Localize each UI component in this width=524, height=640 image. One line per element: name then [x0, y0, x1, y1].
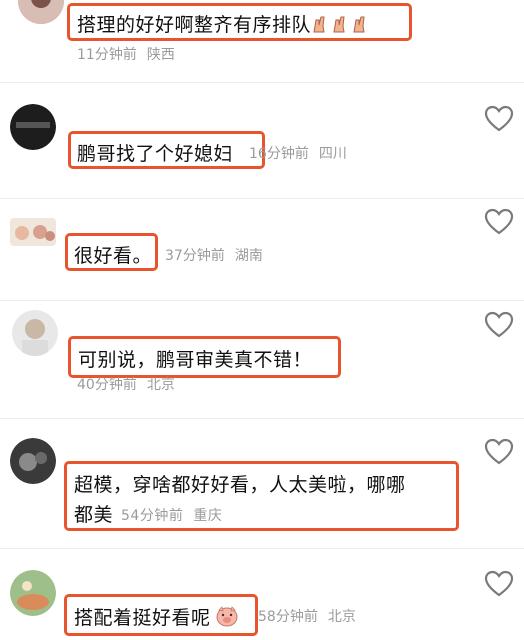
divider [0, 82, 524, 83]
divider [0, 198, 524, 199]
pig-face-icon [215, 605, 239, 632]
comment-location: 北京 [146, 377, 175, 393]
comment-location: 四川 [318, 146, 347, 162]
comment-text: 超模，穿啥都好好看，人太美啦，哪哪 [74, 474, 406, 496]
comment-time: 11分钟前 [77, 47, 137, 63]
comment-meta: 58分钟前 北京 [258, 606, 356, 626]
divider [0, 548, 524, 549]
comment-location: 北京 [327, 609, 356, 625]
avatar[interactable] [10, 438, 56, 484]
comment-time: 37分钟前 [165, 248, 225, 264]
divider [0, 300, 524, 301]
comment-text-line2: 都美 54分钟前 重庆 [74, 504, 223, 526]
victory-hand-icon [311, 14, 371, 39]
comment-meta: 40分钟前 北京 [77, 374, 175, 394]
comment-text: 可别说，鹏哥审美真不错！ [78, 349, 313, 371]
comment-text: 很好看。 [74, 245, 153, 267]
comment-meta: 16分钟前 四川 [249, 143, 347, 163]
comment-location: 湖南 [234, 248, 263, 264]
like-heart-icon[interactable] [484, 438, 514, 466]
comment-location: 重庆 [193, 508, 223, 524]
comment-meta: 11分钟前 陕西 [77, 44, 175, 64]
comment-meta: 37分钟前 湖南 [165, 245, 263, 265]
avatar[interactable] [12, 310, 58, 356]
comment-time: 40分钟前 [77, 377, 137, 393]
avatar[interactable] [18, 0, 64, 24]
avatar[interactable] [10, 104, 56, 150]
comment-text: 搭理的好好啊整齐有序排队 [77, 10, 371, 39]
comment-text: 搭配着挺好看呢 [74, 603, 239, 632]
comment-meta: 54分钟前 重庆 [121, 508, 222, 524]
like-heart-icon[interactable] [484, 208, 514, 236]
comment-time: 16分钟前 [249, 146, 309, 162]
avatar[interactable] [10, 570, 56, 616]
avatar[interactable] [10, 218, 56, 246]
like-heart-icon[interactable] [484, 311, 514, 339]
comment-text: 鹏哥找了个好媳妇 [77, 143, 234, 165]
divider [0, 418, 524, 419]
comment-time: 54分钟前 [121, 508, 184, 524]
like-heart-icon[interactable] [484, 570, 514, 598]
like-heart-icon[interactable] [484, 105, 514, 133]
comment-time: 58分钟前 [258, 609, 318, 625]
comment-location: 陕西 [146, 47, 175, 63]
